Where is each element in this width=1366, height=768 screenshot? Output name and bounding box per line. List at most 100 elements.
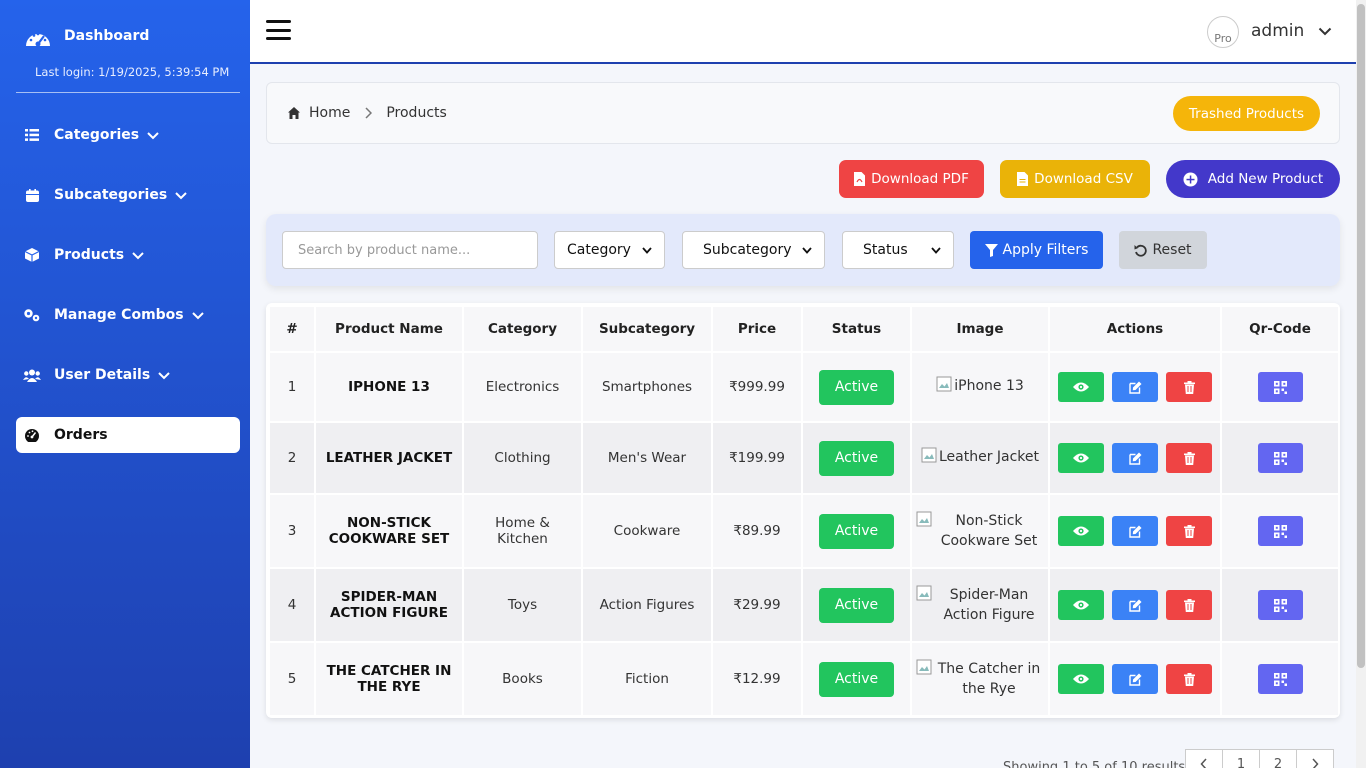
sidebar-item-label: Subcategories	[54, 187, 168, 203]
edit-icon	[1128, 525, 1142, 538]
brand[interactable]: Dashboard	[24, 26, 149, 50]
view-button[interactable]	[1058, 590, 1104, 620]
table-row: 5 THE CATCHER IN THE RYE Books Fiction ₹12.9…	[268, 641, 1340, 717]
file-csv-icon	[1017, 172, 1029, 186]
status-badge[interactable]: Active	[819, 369, 894, 405]
product-name: IPHONE 13	[314, 351, 464, 423]
view-button[interactable]	[1058, 664, 1104, 694]
add-new-product-label: Add New Product	[1207, 171, 1324, 187]
menu-toggle-icon[interactable]	[266, 20, 291, 40]
apply-filters-button[interactable]: Apply Filters	[970, 231, 1103, 269]
add-new-product-button[interactable]: Add New Product	[1166, 160, 1340, 198]
qr-code-button[interactable]	[1257, 664, 1303, 694]
edit-button[interactable]	[1112, 516, 1158, 546]
product-price: ₹29.99	[711, 567, 803, 643]
edit-icon	[1128, 452, 1142, 465]
row-number: 3	[268, 493, 316, 569]
edit-button[interactable]	[1112, 443, 1158, 473]
trash-icon	[1183, 451, 1195, 465]
table-row: 4 SPIDER-MAN ACTION FIGURE Toys Action Figu…	[268, 567, 1340, 643]
pagination-page[interactable]: 1	[1222, 749, 1260, 768]
list-icon	[10, 129, 54, 141]
products-table: # Product Name Category Subcategory Pric…	[266, 303, 1340, 718]
qr-code-button[interactable]	[1257, 443, 1303, 473]
subcategory-select-value: Subcategory	[703, 242, 792, 258]
pagination-next[interactable]	[1296, 749, 1334, 768]
page-scrollbar[interactable]	[1356, 0, 1366, 768]
trashed-products-button[interactable]: Trashed Products	[1173, 96, 1320, 131]
product-price: ₹89.99	[711, 493, 803, 569]
gauge-icon	[10, 428, 54, 442]
breadcrumb-home[interactable]: Home	[309, 105, 350, 121]
product-subcategory: Smartphones	[581, 351, 713, 423]
breadcrumb-card: Home Products Trashed Products	[266, 82, 1340, 144]
download-pdf-button[interactable]: Download PDF	[839, 160, 984, 198]
status-select[interactable]: Status	[842, 231, 954, 269]
delete-button[interactable]	[1166, 372, 1212, 402]
qr-code-button[interactable]	[1257, 516, 1303, 546]
view-button[interactable]	[1058, 443, 1104, 473]
download-csv-button[interactable]: Download CSV	[1000, 160, 1150, 198]
delete-button[interactable]	[1166, 516, 1212, 546]
reset-button[interactable]: Reset	[1119, 231, 1207, 269]
status-badge[interactable]: Active	[819, 587, 894, 623]
delete-button[interactable]	[1166, 664, 1212, 694]
category-select[interactable]: Category	[554, 231, 665, 269]
edit-button[interactable]	[1112, 372, 1158, 402]
sidebar-item-subcategories[interactable]: Subcategories	[16, 177, 240, 213]
column-header: Actions	[1048, 305, 1222, 353]
view-button[interactable]	[1058, 516, 1104, 546]
edit-button[interactable]	[1112, 664, 1158, 694]
status-badge[interactable]: Active	[819, 661, 894, 697]
pagination: 1 2	[1185, 749, 1334, 768]
qrcode-icon	[1273, 451, 1287, 465]
view-button[interactable]	[1058, 372, 1104, 402]
eye-icon	[1073, 452, 1089, 464]
scrollbar-thumb[interactable]	[1357, 4, 1365, 668]
image-cell: Non-Stick Cookware Set	[910, 493, 1050, 569]
chevron-right-icon	[1312, 758, 1319, 768]
sidebar-item-manage-combos[interactable]: Manage Combos	[16, 297, 240, 333]
status-badge[interactable]: Active	[819, 513, 894, 549]
chevron-down-icon	[158, 372, 170, 380]
user-name[interactable]: admin	[1251, 21, 1304, 41]
qr-cell	[1220, 351, 1340, 423]
product-price: ₹199.99	[711, 421, 803, 495]
row-number: 5	[268, 641, 316, 717]
chevron-down-icon	[147, 132, 159, 140]
edit-button[interactable]	[1112, 590, 1158, 620]
pagination-prev[interactable]	[1185, 749, 1223, 768]
product-price: ₹12.99	[711, 641, 803, 717]
chevron-down-icon[interactable]	[1318, 24, 1332, 38]
actions-cell	[1048, 641, 1222, 717]
qr-cell	[1220, 641, 1340, 717]
image-cell: Leather Jacket	[910, 421, 1050, 495]
delete-button[interactable]	[1166, 590, 1212, 620]
sidebar-item-categories[interactable]: Categories	[16, 117, 240, 153]
product-name: LEATHER JACKET	[314, 421, 464, 495]
status-badge[interactable]: Active	[819, 440, 894, 476]
sidebar-item-user-details[interactable]: User Details	[16, 357, 240, 393]
sidebar-item-label: Orders	[54, 427, 108, 443]
subcategory-select[interactable]: Subcategory	[682, 231, 825, 269]
chevron-right-icon	[365, 107, 373, 119]
pagination-page[interactable]: 2	[1259, 749, 1297, 768]
column-header: Category	[462, 305, 583, 353]
search-input[interactable]	[282, 231, 538, 269]
table-row: 2 LEATHER JACKET Clothing Men's Wear ₹199.99…	[268, 421, 1340, 495]
delete-button[interactable]	[1166, 443, 1212, 473]
product-subcategory: Fiction	[581, 641, 713, 717]
sidebar-item-orders[interactable]: Orders	[16, 417, 240, 453]
sidebar: Dashboard Last login: 1/19/2025, 5:39:54…	[0, 0, 250, 768]
broken-image-icon	[916, 511, 934, 533]
eye-icon	[1073, 381, 1089, 393]
column-header: Price	[711, 305, 803, 353]
qrcode-icon	[1273, 380, 1287, 394]
avatar[interactable]: Pro	[1207, 16, 1239, 48]
trash-icon	[1183, 524, 1195, 538]
qr-code-button[interactable]	[1257, 590, 1303, 620]
qr-code-button[interactable]	[1257, 372, 1303, 402]
product-price: ₹999.99	[711, 351, 803, 423]
broken-image-icon	[916, 585, 934, 607]
sidebar-item-products[interactable]: Products	[16, 237, 240, 273]
